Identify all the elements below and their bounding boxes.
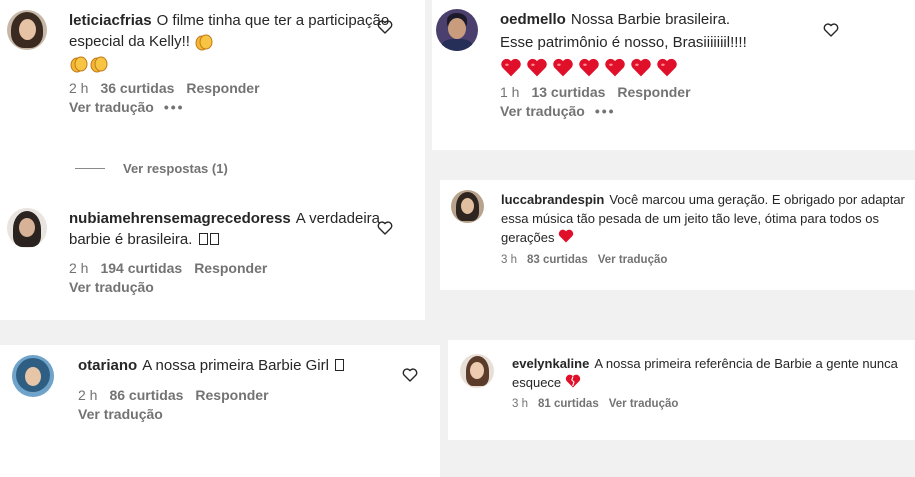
comment-item: otariano A nossa primeira Barbie Girl 2 h…: [12, 355, 422, 422]
comment-time: 2 h: [69, 79, 89, 96]
reply-button[interactable]: Responder: [194, 260, 267, 276]
comment-item: nubiamehrensemagrecedoress A verdadeira b…: [7, 208, 412, 295]
avatar-face-shape: [461, 198, 474, 214]
avatar[interactable]: [7, 10, 47, 50]
comment-text-block: otariano A nossa primeira Barbie Girl: [78, 355, 422, 378]
more-options-icon[interactable]: •••: [595, 103, 616, 119]
comment-meta: 2 h 86 curtidas Responder: [78, 387, 422, 403]
avatar[interactable]: [7, 208, 47, 248]
comment-username[interactable]: luccabrandespin: [501, 192, 604, 207]
comment-item: oedmello Nossa Barbie brasileira. Esse pa…: [436, 9, 826, 119]
avatar[interactable]: [460, 354, 494, 388]
see-translation-link[interactable]: Ver tradução: [78, 406, 163, 422]
comment-likes[interactable]: 194 curtidas: [100, 260, 182, 276]
comment-time: 3 h: [501, 253, 517, 266]
like-heart-icon[interactable]: [377, 20, 393, 34]
see-translation-link[interactable]: Ver tradução: [69, 279, 154, 295]
red-heart-icon: [656, 58, 678, 81]
avatar[interactable]: [436, 9, 478, 51]
comment-meta: 3 h 81 curtidas Ver tradução: [512, 398, 908, 410]
comment-item: evelynkaline A nossa primeira referência …: [460, 354, 908, 410]
comment-username[interactable]: nubiamehrensemagrecedoress: [69, 210, 291, 227]
comment-username[interactable]: otariano: [78, 357, 137, 374]
avatar-face-shape: [448, 18, 466, 39]
comment-likes[interactable]: 86 curtidas: [109, 387, 183, 403]
comment-time: 1 h: [500, 84, 520, 100]
comment-time: 2 h: [78, 386, 98, 403]
see-translation-link[interactable]: Ver tradução: [500, 103, 585, 119]
comment-likes[interactable]: 81 curtidas: [538, 398, 599, 410]
see-translation-link[interactable]: Ver tradução: [609, 398, 679, 410]
see-translation-link[interactable]: Ver tradução: [69, 99, 154, 115]
avatar-face-shape: [470, 362, 484, 379]
avatar-shirt-shape: [442, 39, 472, 51]
view-replies-toggle[interactable]: Ver respostas (1): [75, 161, 228, 176]
comment-meta: 1 h 13 curtidas Responder: [500, 84, 826, 100]
missing-glyph-icon: [209, 233, 219, 246]
comment-meta: 3 h 83 curtidas Ver tradução: [501, 254, 906, 266]
comment-likes[interactable]: 13 curtidas: [531, 84, 605, 100]
missing-glyph-icon: [198, 233, 208, 246]
see-translation-link[interactable]: Ver tradução: [598, 254, 668, 266]
avatar[interactable]: [451, 190, 484, 223]
comment-likes[interactable]: 83 curtidas: [527, 254, 588, 266]
avatar-face-shape: [19, 19, 36, 40]
red-heart-icon: [500, 58, 522, 81]
avatar-face-shape: [19, 218, 35, 237]
comment-time: 3 h: [512, 398, 528, 411]
red-heart-icon: [630, 58, 652, 81]
comment-meta: 2 h 36 curtidas Responder: [69, 80, 412, 96]
red-heart-icon: [526, 58, 548, 81]
red-heart-icon: [558, 229, 574, 248]
comment-text-block: oedmello Nossa Barbie brasileira. Esse pa…: [500, 9, 826, 54]
reply-button[interactable]: Responder: [195, 387, 268, 403]
comment-text-block: nubiamehrensemagrecedoress A verdadeira b…: [69, 208, 412, 251]
comment-body-line-2: Esse patrimônio é nosso, Brasiiiiiiil!!!…: [500, 33, 747, 51]
more-options-icon[interactable]: •••: [164, 99, 185, 115]
broken-heart-icon: [565, 374, 581, 393]
avatar-face-shape: [25, 367, 41, 386]
clapping-hands-icon: [69, 55, 89, 73]
reply-button[interactable]: Responder: [186, 80, 259, 96]
comment-text-block: luccabrandespin Você marcou uma geração. …: [501, 190, 906, 249]
heart-emoji-row: [500, 58, 826, 78]
comment-text-block: evelynkaline A nossa primeira referência …: [512, 354, 908, 393]
comment-item: luccabrandespin Você marcou uma geração. …: [451, 190, 906, 266]
comment-username[interactable]: oedmello: [500, 11, 566, 28]
like-heart-icon[interactable]: [402, 368, 418, 382]
like-heart-icon[interactable]: [377, 221, 393, 235]
comment-time: 2 h: [69, 259, 89, 276]
like-heart-icon[interactable]: [823, 23, 839, 37]
comment-likes[interactable]: 36 curtidas: [100, 80, 174, 96]
comment-body-line-1: Nossa Barbie brasileira.: [570, 11, 731, 28]
red-heart-icon: [552, 58, 574, 81]
comment-text-block: leticiacfrias O filme tinha que ter a par…: [69, 10, 412, 74]
view-replies-line: [75, 168, 105, 169]
comment-username[interactable]: leticiacfrias: [69, 12, 152, 29]
comment-meta: 2 h 194 curtidas Responder: [69, 260, 412, 276]
comment-username[interactable]: evelynkaline: [512, 356, 589, 371]
red-heart-icon: [604, 58, 626, 81]
comment-body: A nossa primeira Barbie Girl: [142, 357, 329, 374]
view-replies-label[interactable]: Ver respostas (1): [123, 161, 228, 176]
comment-item: leticiacfrias O filme tinha que ter a par…: [7, 10, 412, 115]
clapping-hands-icon: [194, 33, 214, 51]
reply-button[interactable]: Responder: [617, 84, 690, 100]
clapping-hands-icon: [89, 55, 109, 73]
missing-glyph-icon: [335, 359, 345, 371]
avatar[interactable]: [12, 355, 54, 397]
red-heart-icon: [578, 58, 600, 81]
